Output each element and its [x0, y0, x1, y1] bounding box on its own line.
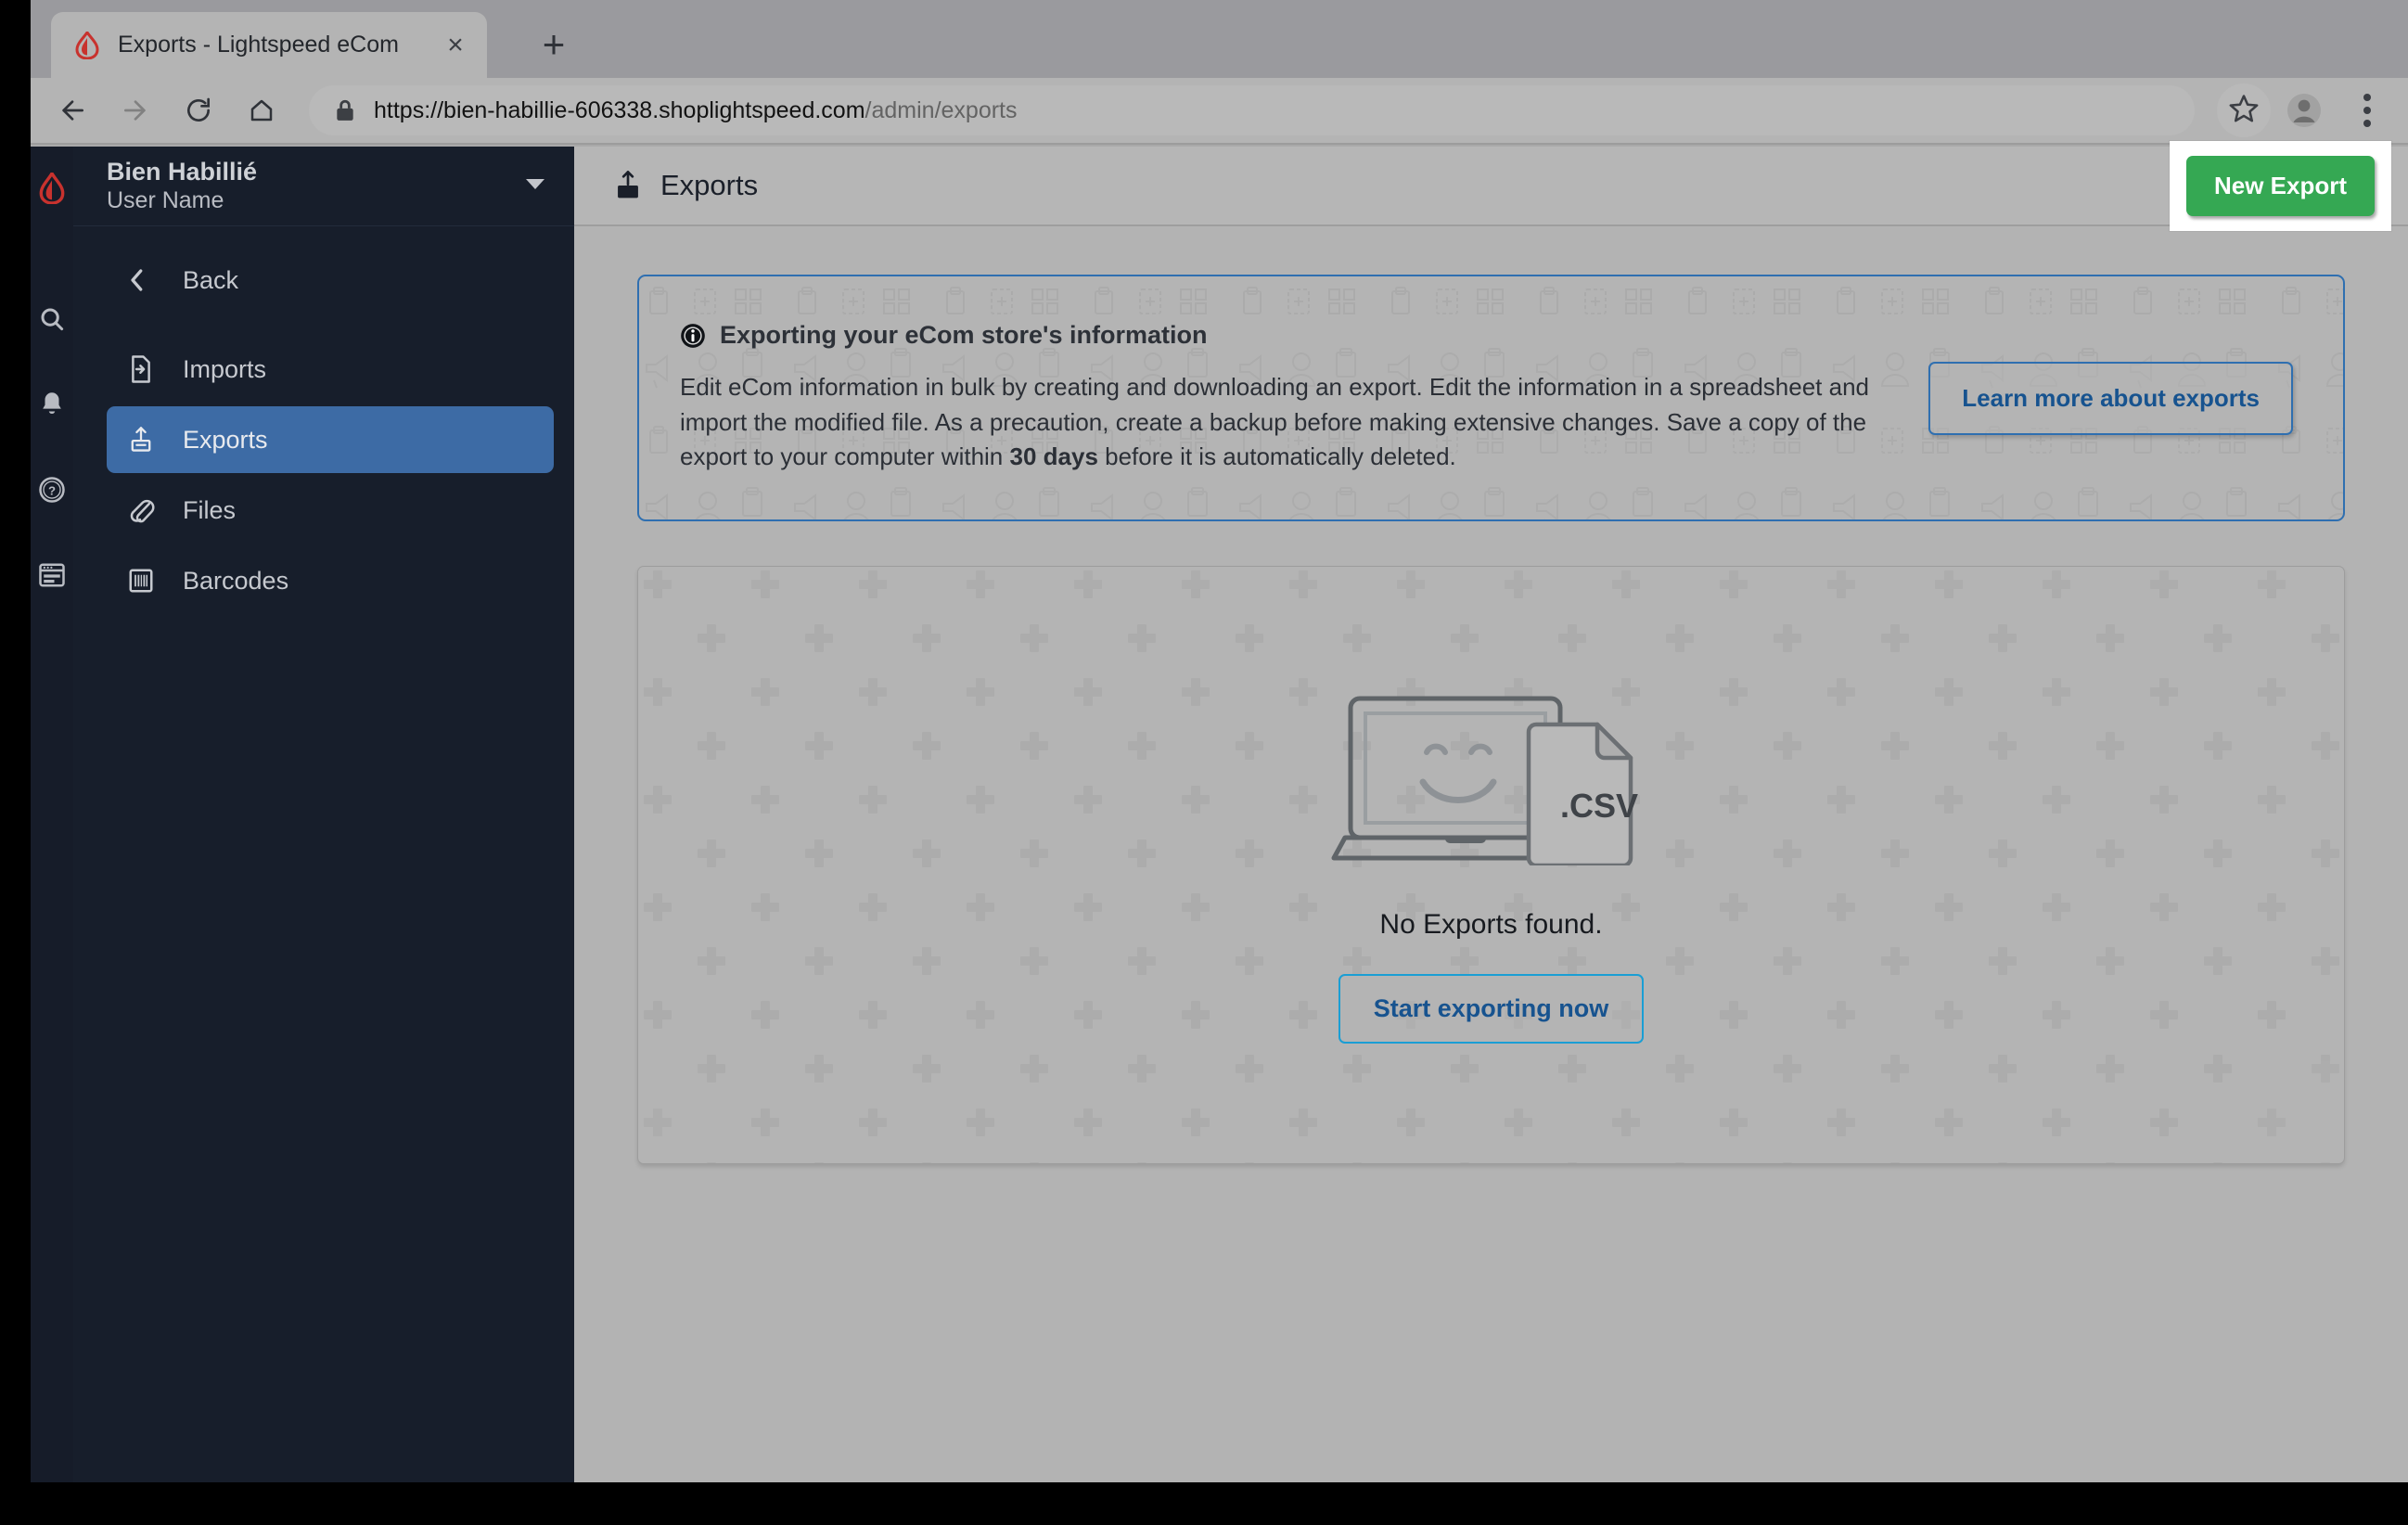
browser-tabstrip: Exports - Lightspeed eCom × +	[31, 0, 2408, 78]
lock-icon	[335, 98, 355, 122]
content-area: Exporting your eCom store's information …	[574, 226, 2408, 1165]
sidebar-item-files[interactable]: Files	[107, 477, 554, 544]
back-arrow-icon[interactable]	[51, 89, 94, 132]
sidebar-item-back[interactable]: Back	[107, 247, 554, 314]
import-file-icon	[127, 354, 168, 384]
three-dot-menu-icon[interactable]	[2345, 88, 2389, 133]
laptop-smiley-csv-illustration: .CSV	[1330, 687, 1653, 870]
paperclip-icon	[127, 496, 168, 524]
info-circle-icon	[680, 323, 706, 349]
sidebar-item-label: Barcodes	[183, 566, 289, 595]
info-banner: Exporting your eCom store's information …	[637, 275, 2345, 522]
export-upload-icon	[127, 425, 168, 455]
account-switcher[interactable]: Bien Habillié User Name	[73, 147, 574, 226]
sidebar-item-label: Imports	[183, 354, 267, 383]
banner-text-part2: before it is automatically deleted.	[1097, 442, 1456, 471]
csv-label: .CSV	[1560, 787, 1638, 825]
browser-window: Exports - Lightspeed eCom × + https://bi…	[31, 0, 2408, 1482]
new-tab-button[interactable]: +	[532, 22, 576, 67]
search-icon[interactable]	[31, 276, 73, 362]
lightspeed-flame-icon	[71, 30, 103, 61]
page-header: Exports New Export	[574, 140, 2408, 231]
sidebar-item-barcodes[interactable]: Barcodes	[107, 547, 554, 614]
learn-more-about-exports-button[interactable]: Learn more about exports	[1928, 361, 2293, 435]
new-export-highlight: New Export	[2169, 140, 2391, 231]
account-switcher-text: Bien Habillié User Name	[107, 158, 524, 214]
svg-text:?: ?	[48, 484, 56, 498]
reload-icon[interactable]	[177, 89, 220, 132]
new-export-button[interactable]: New Export	[2185, 155, 2375, 216]
banner-title-row: Exporting your eCom store's information	[680, 321, 1897, 350]
browser-window-icon[interactable]	[31, 532, 73, 618]
sidebar-nav: Bien Habillié User Name Back Imports Exp…	[73, 147, 574, 1482]
help-question-icon[interactable]: ?	[31, 447, 73, 532]
browser-toolbar: https://bien-habillie-606338.shoplightsp…	[31, 78, 2408, 145]
address-bar[interactable]: https://bien-habillie-606338.shoplightsp…	[309, 85, 2195, 135]
banner-body: Exporting your eCom store's information …	[680, 321, 1897, 475]
empty-state-card: .CSV No Exports found. Start exporting n…	[637, 566, 2345, 1165]
chevron-left-icon	[127, 266, 168, 294]
sidebar-items: Back Imports Exports Files Barcodes	[73, 226, 574, 614]
banner-cta-wrap: Learn more about exports	[1928, 361, 2293, 435]
banner-text: Edit eCom information in bulk by creatin…	[680, 370, 1897, 475]
lightspeed-flame-logo[interactable]	[38, 170, 66, 209]
sidebar-item-label: Files	[183, 495, 237, 524]
address-bar-url: https://bien-habillie-606338.shoplightsp…	[374, 97, 1018, 124]
home-icon[interactable]	[240, 89, 283, 132]
shop-name: Bien Habillié	[107, 157, 258, 186]
banner-title: Exporting your eCom store's information	[720, 321, 1208, 349]
profile-avatar-icon[interactable]	[2282, 88, 2326, 133]
user-name: User Name	[107, 186, 224, 213]
sidebar-item-exports[interactable]: Exports	[107, 406, 554, 473]
page-title: Exports	[660, 169, 759, 201]
export-upload-icon	[613, 170, 643, 201]
sidebar-item-imports[interactable]: Imports	[107, 336, 554, 403]
main-content: Exports New Export Exporting your eCom s…	[574, 140, 2408, 1482]
url-path: /admin/exports	[865, 96, 1018, 123]
notifications-bell-icon[interactable]	[31, 362, 73, 447]
icon-rail: ?	[31, 147, 73, 1482]
tab-close-icon[interactable]: ×	[437, 27, 474, 64]
barcode-icon	[127, 567, 168, 595]
sidebar-item-label: Exports	[183, 425, 268, 454]
chevron-down-icon[interactable]	[524, 176, 546, 196]
empty-state-message: No Exports found.	[1379, 908, 1603, 940]
star-icon	[2228, 93, 2260, 129]
empty-state-inner: .CSV No Exports found. Start exporting n…	[1330, 687, 1653, 1044]
forward-arrow-icon[interactable]	[114, 89, 157, 132]
browser-tab-active[interactable]: Exports - Lightspeed eCom ×	[51, 12, 487, 78]
start-exporting-now-button[interactable]: Start exporting now	[1338, 973, 1645, 1044]
browser-tab-title: Exports - Lightspeed eCom	[118, 32, 399, 58]
app-viewport: ? Bien Habillié User Name Back Imports E…	[31, 140, 2408, 1482]
bookmark-button[interactable]	[2217, 83, 2271, 137]
banner-text-bold: 30 days	[1009, 442, 1098, 471]
sidebar-item-label: Back	[183, 265, 239, 294]
url-host: https://bien-habillie-606338.shoplightsp…	[374, 96, 865, 123]
